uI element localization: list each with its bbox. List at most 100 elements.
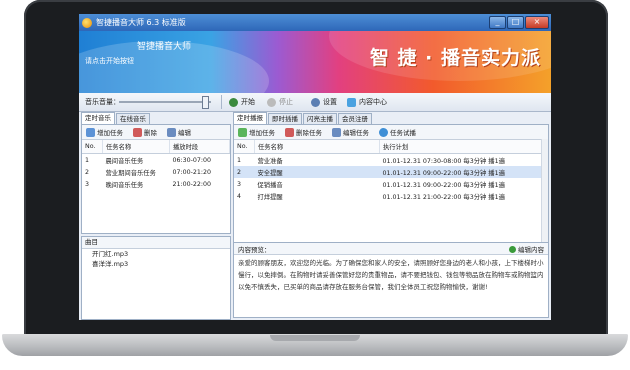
- row-no: 3: [237, 180, 242, 188]
- broadcast-task-list: 增加任务 删除任务 编辑任务 任务试播 No. 任务名称 执行计划 1 营业准备…: [233, 124, 549, 318]
- stop-icon: [267, 97, 276, 107]
- preview-label: 内容预览：: [238, 245, 271, 254]
- volume-slider[interactable]: [119, 101, 211, 103]
- add-music-task-label: 增加任务: [97, 129, 123, 137]
- row-task-name: 促销播音: [257, 181, 283, 189]
- broadcast-actions: 增加任务 删除任务 编辑任务 任务试播: [234, 125, 548, 140]
- row-no: 1: [85, 156, 90, 164]
- table-row[interactable]: 1 晨间音乐任务 06:30-07:00: [82, 154, 230, 167]
- delete-music-task-label: 删除: [144, 129, 157, 137]
- edit-icon: [167, 127, 176, 137]
- preview-line: 慢行，以免摔倒。在购物时请妥善保管好您的贵重物品，请不要把钱包、钱包等物品放在购…: [238, 271, 544, 279]
- edit-music-task-label: 编辑: [178, 129, 191, 137]
- tab-scheduled-broadcast[interactable]: 定时播报: [233, 112, 267, 124]
- row-plan: 01.01-12.31 21:00-22:00 每3分钟 播1遍: [382, 193, 505, 201]
- column-header-no[interactable]: No.: [82, 140, 103, 154]
- delete-icon: [285, 127, 294, 137]
- list-item[interactable]: 开门红.mp3: [82, 249, 230, 259]
- row-task-name: 营业准备: [257, 157, 283, 165]
- row-no: 2: [85, 168, 90, 176]
- add-music-task-button[interactable]: 增加任务: [86, 127, 123, 137]
- app-window: 智捷播音大师 6.3 标准版 _ □ × 智捷播音大师 请点击开始按钮 智 捷 …: [79, 14, 551, 320]
- table-row[interactable]: 3 晚间音乐任务 21:00-22:00: [82, 178, 230, 190]
- window-controls: _ □ ×: [489, 16, 549, 29]
- content-center-label: 内容中心: [359, 98, 387, 106]
- row-period: 21:00-22:00: [172, 180, 212, 188]
- column-header-plan[interactable]: 执行计划: [379, 140, 542, 154]
- table-row[interactable]: 4 打烊提醒 01.01-12.31 21:00-22:00 每3分钟 播1遍: [234, 190, 542, 202]
- row-period: 06:30-07:00: [172, 156, 212, 164]
- table-row-selected[interactable]: 2 安全提醒 01.01-12.31 09:00-22:00 每3分钟 播1遍: [234, 166, 542, 178]
- music-actions: 增加任务 删除 编辑: [82, 125, 230, 140]
- tab-star-host[interactable]: 闪亮主播: [303, 113, 337, 124]
- song-list-header: 曲目: [82, 237, 230, 249]
- stop-label: 停止: [279, 98, 293, 106]
- row-task-name: 安全提醒: [254, 166, 380, 178]
- column-header-no[interactable]: No.: [234, 140, 255, 154]
- tab-instant-insert[interactable]: 即时插播: [268, 113, 302, 124]
- edit-content-button[interactable]: 编辑内容: [509, 244, 544, 254]
- edit-music-task-button[interactable]: 编辑: [167, 127, 191, 137]
- laptop-notch: [270, 335, 360, 341]
- music-task-list: 增加任务 删除 编辑 No. 任务名称 播放时段 1 晨间音乐任务 06:30-…: [81, 124, 231, 234]
- minimize-button[interactable]: _: [489, 16, 506, 29]
- column-header-task-name[interactable]: 任务名称: [102, 140, 170, 154]
- preview-line: 以免不慎丢失，已买单的商品请存放在服务台保管，我们全体员工祝您购物愉快，谢谢!: [238, 283, 488, 291]
- maximize-button[interactable]: □: [507, 16, 524, 29]
- banner-hint: 请点击开始按钮: [85, 57, 134, 65]
- table-row[interactable]: 2 营业期间音乐任务 07:00-21:20: [82, 166, 230, 178]
- music-task-table: No. 任务名称 播放时段 1 晨间音乐任务 06:30-07:00 2 营业期…: [82, 140, 230, 190]
- close-button[interactable]: ×: [525, 16, 549, 29]
- start-button[interactable]: 开始: [229, 96, 255, 108]
- row-plan: 01.01-12.31 09:00-22:00 每3分钟 播1遍: [382, 181, 505, 189]
- edit-broadcast-task-label: 编辑任务: [343, 129, 369, 137]
- table-row[interactable]: 1 营业准备 01.01-12.31 07:30-08:00 每3分钟 播1遍: [234, 154, 542, 167]
- trial-broadcast-button[interactable]: 任务试播: [379, 127, 416, 137]
- delete-broadcast-task-button[interactable]: 删除任务: [285, 127, 322, 137]
- volume-slider-thumb[interactable]: [201, 96, 209, 109]
- delete-broadcast-task-label: 删除任务: [296, 129, 322, 137]
- banner-app-name: 智捷播音大师: [137, 42, 192, 52]
- row-no: 2: [234, 166, 255, 178]
- row-no: 4: [237, 192, 242, 200]
- content-preview: 内容预览： 编辑内容 亲爱的顾客朋友，欢迎您的光临。为了确保您和家人的安全，请照…: [234, 242, 548, 295]
- broadcast-task-table: No. 任务名称 执行计划 1 营业准备 01.01-12.31 07:30-0…: [234, 140, 542, 202]
- play-icon: [379, 127, 388, 137]
- add-broadcast-task-button[interactable]: 增加任务: [238, 127, 275, 137]
- edit-broadcast-task-button[interactable]: 编辑任务: [332, 127, 369, 137]
- volume-label: 音乐音量：: [85, 98, 120, 106]
- content-center-icon: [347, 97, 356, 107]
- preview-header: 内容预览： 编辑内容: [234, 242, 548, 255]
- row-plan: 01.01-12.31 07:30-08:00 每3分钟 播1遍: [382, 157, 505, 165]
- tab-online-music[interactable]: 在线音乐: [116, 113, 150, 124]
- add-broadcast-task-label: 增加任务: [249, 129, 275, 137]
- settings-button[interactable]: 设置: [311, 96, 337, 108]
- tab-member-register[interactable]: 会员注册: [338, 113, 372, 124]
- toolbar-divider: [221, 95, 222, 109]
- edit-content-label: 编辑内容: [518, 245, 544, 254]
- content-center-button[interactable]: 内容中心: [347, 96, 387, 108]
- row-task-name: 打烊提醒: [257, 193, 283, 201]
- banner: 智捷播音大师 请点击开始按钮 智 捷 · 播音实力派: [79, 31, 551, 93]
- tab-scheduled-music[interactable]: 定时音乐: [81, 112, 115, 124]
- table-row[interactable]: 3 促销播音 01.01-12.31 09:00-22:00 每3分钟 播1遍: [234, 178, 542, 190]
- table-scrollbar[interactable]: [541, 139, 548, 242]
- title-bar: 智捷播音大师 6.3 标准版 _ □ ×: [79, 14, 551, 31]
- music-tabs: 定时音乐 在线音乐: [81, 112, 231, 124]
- delete-music-task-button[interactable]: 删除: [133, 127, 157, 137]
- start-label: 开始: [241, 98, 255, 106]
- row-no: 1: [237, 156, 242, 164]
- music-panel: 定时音乐 在线音乐 增加任务 删除 编辑 No. 任务名称 播放时段 1 晨间音…: [81, 112, 231, 320]
- row-no: 3: [85, 180, 90, 188]
- broadcast-panel: 定时播报 即时插播 闪亮主播 会员注册 增加任务 删除任务 编辑任务 任务试播 …: [233, 112, 549, 318]
- row-task-name: 晨间音乐任务: [105, 157, 144, 165]
- list-item[interactable]: 喜洋洋.mp3: [82, 259, 230, 269]
- settings-label: 设置: [323, 98, 337, 106]
- column-header-task-name[interactable]: 任务名称: [254, 140, 380, 154]
- banner-slogan: 智 捷 · 播音实力派: [369, 47, 541, 69]
- window-title: 智捷播音大师 6.3 标准版: [96, 18, 186, 27]
- add-task-icon: [238, 127, 247, 137]
- column-header-period[interactable]: 播放时段: [169, 140, 230, 154]
- stop-button[interactable]: 停止: [267, 96, 293, 108]
- delete-icon: [133, 127, 142, 137]
